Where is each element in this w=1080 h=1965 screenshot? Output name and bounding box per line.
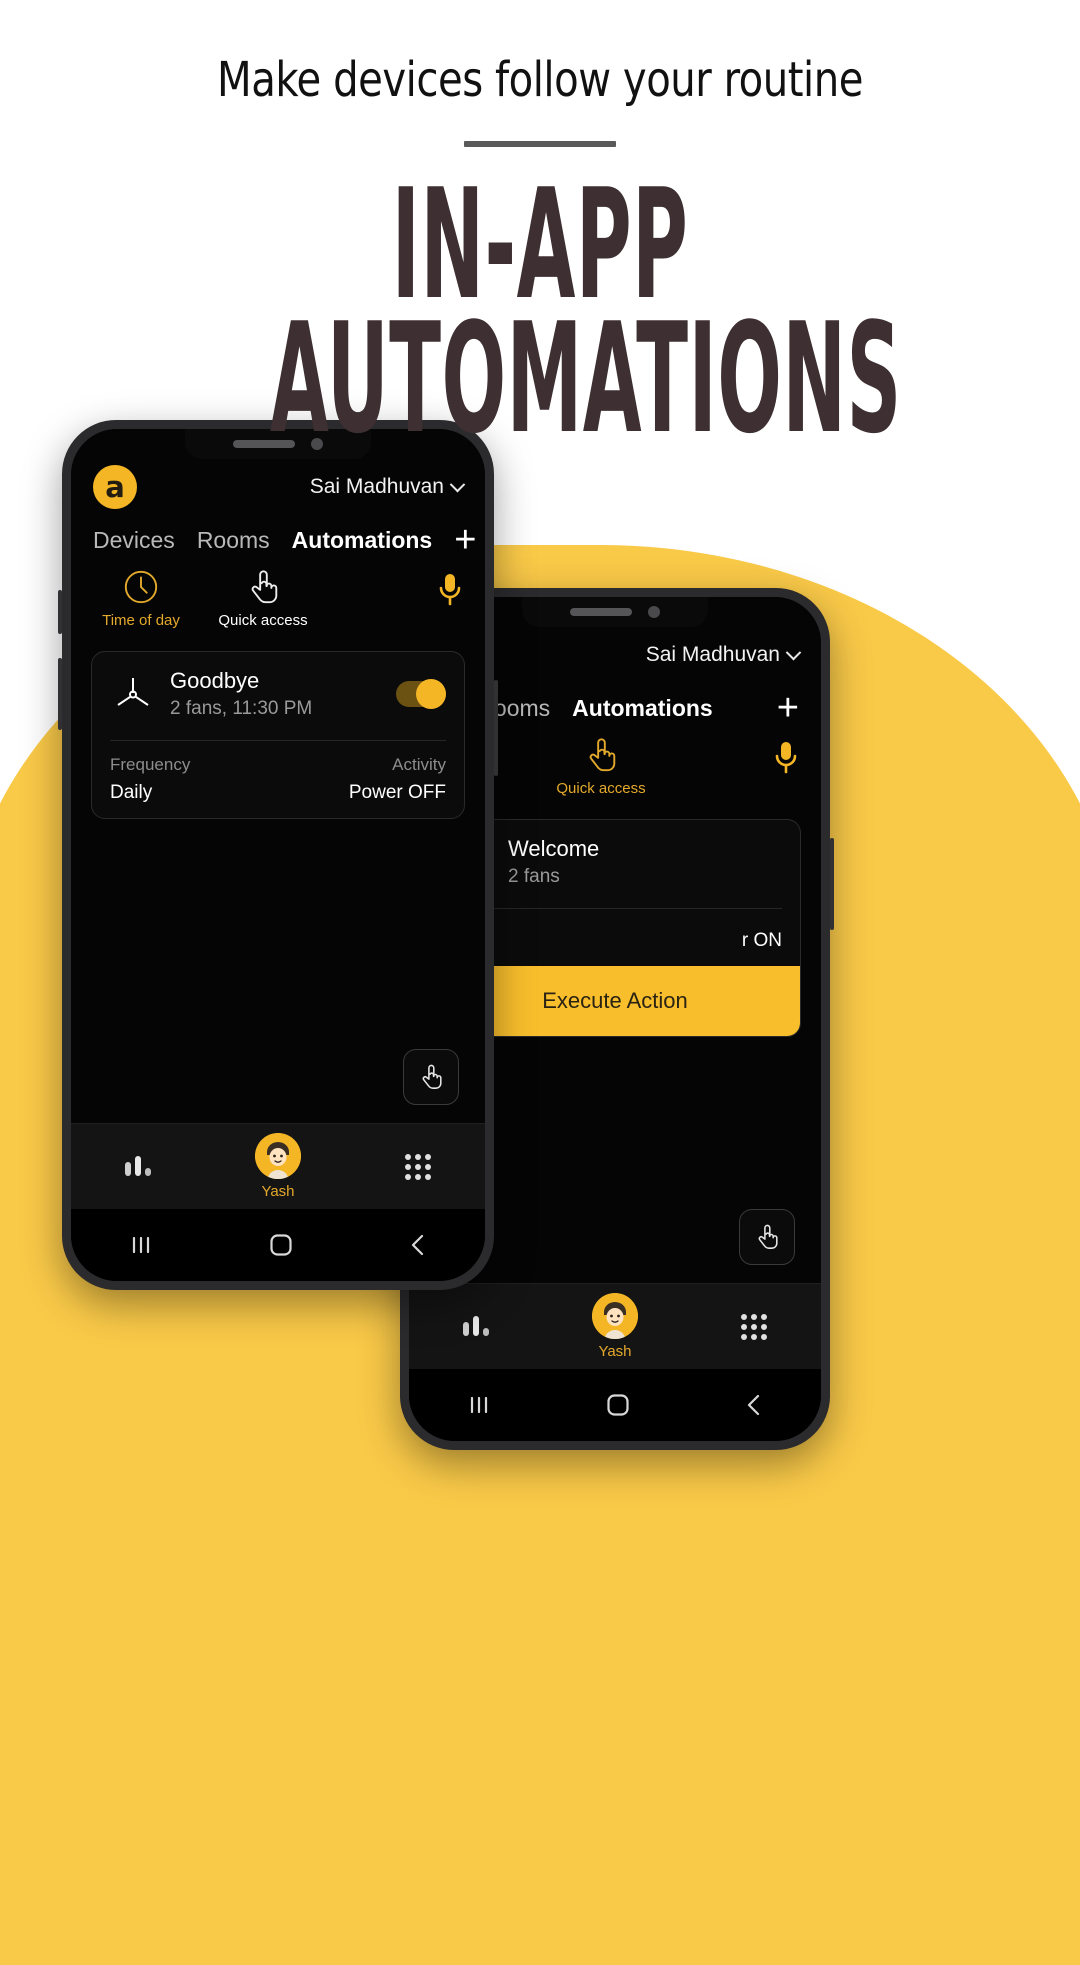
- automation-subtitle: 2 fans, 11:30 PM: [170, 698, 313, 719]
- chip-time-of-day[interactable]: Time of day: [93, 568, 189, 629]
- chip-quick-access[interactable]: Quick access: [215, 568, 311, 629]
- quick-access-fab[interactable]: [739, 1209, 795, 1265]
- chip-quick-access[interactable]: Quick access: [553, 736, 649, 797]
- recents-icon[interactable]: [465, 1393, 493, 1417]
- automation-card[interactable]: Goodbye 2 fans, 11:30 PM Frequency Daily…: [91, 651, 465, 819]
- card-divider: [448, 908, 782, 909]
- promo-headline-block: Make devices follow your routine IN-APP …: [0, 0, 1080, 467]
- tab-devices[interactable]: Devices: [93, 527, 175, 554]
- user-selector[interactable]: Sai Madhuvan: [645, 643, 802, 667]
- home-icon[interactable]: [268, 1232, 294, 1258]
- automation-card-titles: Goodbye 2 fans, 11:30 PM: [170, 668, 382, 720]
- back-icon[interactable]: [407, 1232, 429, 1258]
- nav-profile[interactable]: Yash: [591, 1293, 638, 1360]
- bar-chart-icon: [125, 1155, 151, 1176]
- bottom-navigation: Yash: [71, 1123, 485, 1209]
- frequency-value: Daily: [110, 782, 153, 803]
- automation-card-titles: Welcome 2 fans: [508, 836, 782, 888]
- tap-hand-icon: [758, 1224, 778, 1249]
- nav-stats[interactable]: [459, 1312, 493, 1342]
- promo-title-line-2: AUTOMATIONS: [270, 289, 902, 467]
- add-automation-button[interactable]: +: [454, 521, 476, 559]
- avatar-label: Yash: [598, 1343, 632, 1360]
- automation-meta: Frequency Daily Activity Power OFF: [110, 755, 446, 804]
- microphone-icon: [439, 574, 461, 606]
- phone-side-button: [830, 838, 834, 930]
- avatar-label: Yash: [261, 1183, 295, 1200]
- tab-rooms[interactable]: Rooms: [197, 527, 270, 554]
- front-camera: [648, 606, 660, 618]
- nav-stats[interactable]: [121, 1152, 155, 1182]
- earpiece-speaker: [570, 608, 632, 616]
- voice-assistant-button[interactable]: [773, 736, 799, 776]
- automation-card-header: Goodbye 2 fans, 11:30 PM: [110, 668, 446, 720]
- phone-power-button: [494, 680, 498, 776]
- voice-assistant-button[interactable]: [437, 568, 463, 608]
- chevron-down-icon: [785, 644, 802, 660]
- nav-apps[interactable]: [401, 1150, 435, 1184]
- bar-chart-icon: [462, 1315, 489, 1336]
- phone-notch: [522, 597, 708, 627]
- phone-volume-up-button: [58, 590, 62, 634]
- activity-value: r ON: [741, 930, 782, 951]
- promo-subheading: Make devices follow your routine: [217, 52, 863, 108]
- microphone-icon: [775, 742, 797, 774]
- automation-title: Welcome: [508, 836, 600, 861]
- phone-volume-down-button: [58, 658, 62, 730]
- nav-apps[interactable]: [737, 1310, 771, 1344]
- chip-label: Time of day: [102, 612, 180, 629]
- add-automation-button[interactable]: +: [777, 689, 799, 727]
- filter-chips: Time of day Quick access: [71, 554, 485, 629]
- activity-value: Power OFF: [348, 782, 446, 803]
- tab-automations[interactable]: Automations: [572, 695, 713, 722]
- avatar: [591, 1293, 638, 1339]
- phone-screen-bezel: a Sai Madhuvan Devices Rooms Automations…: [71, 429, 485, 1281]
- main-tabs: Devices Rooms Automations +: [71, 511, 485, 559]
- tap-hand-icon: [251, 570, 278, 604]
- phone-mockup-primary: a Sai Madhuvan Devices Rooms Automations…: [58, 420, 498, 1290]
- android-navigation-bar: [409, 1369, 821, 1441]
- back-icon[interactable]: [743, 1392, 765, 1418]
- chip-label: Quick access: [556, 780, 646, 797]
- recents-icon[interactable]: [127, 1233, 155, 1257]
- frequency-label: Frequency: [110, 755, 191, 774]
- user-selector[interactable]: Sai Madhuvan: [309, 475, 466, 499]
- home-icon[interactable]: [605, 1392, 631, 1418]
- chevron-down-icon: [449, 476, 466, 492]
- headline-divider: [464, 141, 616, 147]
- card-divider: [110, 740, 446, 741]
- automation-enable-toggle[interactable]: [396, 679, 446, 709]
- user-name-label: Sai Madhuvan: [645, 643, 780, 666]
- quick-access-fab[interactable]: [403, 1049, 459, 1105]
- automation-subtitle: 2 fans: [508, 866, 560, 887]
- toggle-knob: [416, 679, 446, 709]
- apps-grid-icon: [405, 1153, 431, 1180]
- apps-grid-icon: [741, 1313, 768, 1340]
- user-name-label: Sai Madhuvan: [309, 475, 444, 498]
- android-navigation-bar: [71, 1209, 485, 1281]
- activity-label: Activity: [392, 755, 446, 774]
- nav-profile[interactable]: Yash: [255, 1133, 301, 1200]
- app-logo-icon[interactable]: a: [93, 465, 137, 509]
- automation-card-header: Welcome 2 fans: [448, 836, 782, 888]
- chip-label: Quick access: [218, 612, 308, 629]
- automation-title: Goodbye: [170, 668, 260, 693]
- bottom-navigation: Yash: [409, 1283, 821, 1369]
- clock-icon: [124, 570, 158, 604]
- tab-automations[interactable]: Automations: [292, 527, 433, 554]
- tap-hand-icon: [589, 738, 616, 772]
- ceiling-fan-icon: [110, 671, 156, 717]
- app-screen-primary: a Sai Madhuvan Devices Rooms Automations…: [71, 429, 485, 1281]
- automation-meta: n r ON: [448, 923, 782, 952]
- tap-hand-icon: [422, 1064, 442, 1089]
- avatar: [255, 1133, 301, 1179]
